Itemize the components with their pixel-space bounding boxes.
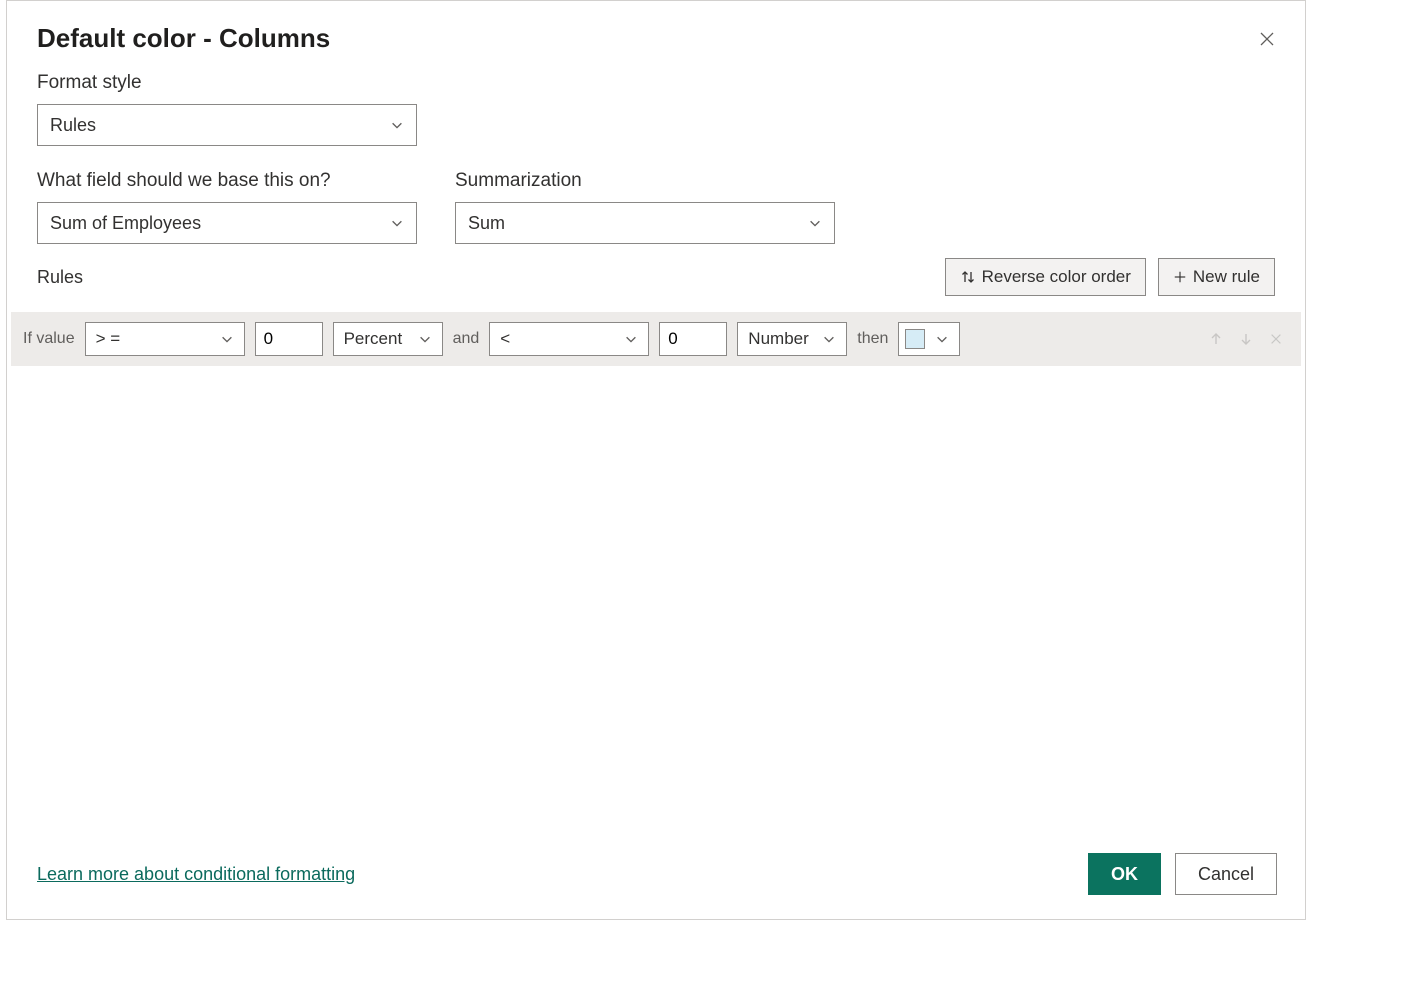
dialog-header: Default color - Columns: [7, 1, 1305, 72]
conditional-formatting-dialog: Default color - Columns Format style Rul…: [6, 0, 1306, 920]
cancel-button[interactable]: Cancel: [1175, 853, 1277, 895]
chevron-down-icon: [624, 332, 638, 346]
new-rule-button[interactable]: New rule: [1158, 258, 1275, 296]
reverse-color-order-button[interactable]: Reverse color order: [945, 258, 1146, 296]
close-icon: [1269, 332, 1283, 346]
rule-unit-2-dropdown[interactable]: Number: [737, 322, 847, 356]
rule-unit-1-value: Percent: [344, 329, 403, 349]
rule-unit-2-value: Number: [748, 329, 808, 349]
based-on-value: Sum of Employees: [50, 213, 201, 234]
reverse-color-order-label: Reverse color order: [982, 267, 1131, 287]
format-style-value: Rules: [50, 115, 96, 136]
rule-value-1-input[interactable]: [255, 322, 323, 356]
chevron-down-icon: [418, 332, 432, 346]
chevron-down-icon: [935, 332, 949, 346]
rule-value-2-input[interactable]: [659, 322, 727, 356]
and-label: and: [453, 330, 480, 348]
plus-icon: [1173, 270, 1187, 284]
delete-rule-button[interactable]: [1267, 330, 1285, 348]
rule-unit-1-dropdown[interactable]: Percent: [333, 322, 443, 356]
if-value-label: If value: [23, 330, 75, 348]
format-style-label: Format style: [37, 72, 1275, 94]
rule-row: If value > = Percent and < Number then: [11, 312, 1301, 366]
summarization-field: Summarization Sum: [455, 170, 835, 244]
chevron-down-icon: [390, 216, 404, 230]
then-label: then: [857, 330, 888, 348]
move-rule-down-button[interactable]: [1237, 330, 1255, 348]
summarization-label: Summarization: [455, 170, 835, 192]
arrow-up-icon: [1208, 331, 1224, 347]
rule-color-swatch: [905, 329, 925, 349]
rule-operator-1-value: > =: [96, 329, 121, 349]
rules-label: Rules: [37, 267, 83, 288]
summarization-value: Sum: [468, 213, 505, 234]
based-on-label: What field should we base this on?: [37, 170, 417, 192]
based-on-dropdown[interactable]: Sum of Employees: [37, 202, 417, 244]
format-style-dropdown[interactable]: Rules: [37, 104, 417, 146]
dialog-title: Default color - Columns: [37, 23, 330, 54]
chevron-down-icon: [808, 216, 822, 230]
close-button[interactable]: [1257, 29, 1277, 49]
based-on-field: What field should we base this on? Sum o…: [37, 170, 417, 244]
chevron-down-icon: [390, 118, 404, 132]
summarization-dropdown[interactable]: Sum: [455, 202, 835, 244]
rules-header: Rules Reverse color order New rule: [37, 258, 1275, 296]
rule-operator-2-dropdown[interactable]: <: [489, 322, 649, 356]
dialog-footer: Learn more about conditional formatting …: [37, 853, 1277, 895]
chevron-down-icon: [220, 332, 234, 346]
move-rule-up-button[interactable]: [1207, 330, 1225, 348]
learn-more-link[interactable]: Learn more about conditional formatting: [37, 864, 355, 885]
rule-color-picker[interactable]: [898, 322, 960, 356]
swap-icon: [960, 269, 976, 285]
new-rule-label: New rule: [1193, 267, 1260, 287]
ok-button[interactable]: OK: [1088, 853, 1161, 895]
chevron-down-icon: [822, 332, 836, 346]
rule-operator-1-dropdown[interactable]: > =: [85, 322, 245, 356]
rule-operator-2-value: <: [500, 329, 510, 349]
arrow-down-icon: [1238, 331, 1254, 347]
close-icon: [1259, 31, 1275, 47]
format-style-field: Format style Rules: [37, 72, 1275, 146]
